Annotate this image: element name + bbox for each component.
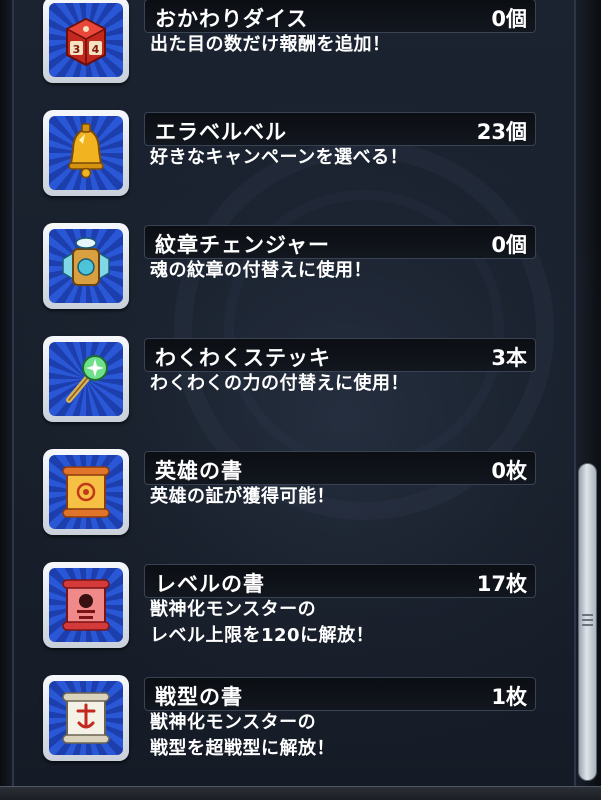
battle-type-scroll-icon [62, 692, 110, 744]
list-item-okawari-dice[interactable]: 3 4 おかわりダイス 0個 出た目の数だけ報酬を追加！ [14, 0, 574, 97]
item-name-bar: わくわくステッキ 3本 [144, 338, 536, 372]
item-list-panel: 3 4 おかわりダイス 0個 出た目の数だけ報酬を追加！ エラベルベル 23個 … [12, 0, 576, 800]
dice-icon: 3 4 [65, 17, 107, 67]
item-count: 17枚 [476, 572, 527, 596]
item-name-bar: レベルの書 17枚 [144, 564, 536, 598]
list-item-level-book[interactable]: レベルの書 17枚 獣神化モンスターの レベル上限を120に解放！ [14, 562, 574, 662]
level-scroll-icon [62, 579, 110, 631]
item-count: 0枚 [491, 459, 527, 483]
item-name: わくわくステッキ [155, 346, 331, 370]
list-item-battle-type-book[interactable]: 戦型の書 1枚 獣神化モンスターの 戦型を超戦型に解放！ [14, 675, 574, 775]
list-item-emblem-changer[interactable]: 紋章チェンジャー 0個 魂の紋章の付替えに使用！ [14, 223, 574, 323]
item-name: レベルの書 [155, 572, 265, 596]
list-item-erabel-bell[interactable]: エラベルベル 23個 好きなキャンペーンを選べる！ [14, 110, 574, 210]
item-name: おかわりダイス [155, 7, 309, 31]
item-name-bar: 紋章チェンジャー 0個 [144, 225, 536, 259]
item-description-line: 獣神化モンスターの [150, 712, 317, 733]
emblem-changer-icon [62, 237, 110, 286]
item-count: 3本 [491, 346, 527, 370]
item-name: 紋章チェンジャー [155, 233, 330, 257]
item-icon-background [49, 568, 123, 642]
item-icon-frame [43, 336, 129, 422]
item-name: 戦型の書 [155, 685, 243, 709]
item-count: 1枚 [491, 685, 527, 709]
item-description: 好きなキャンペーンを選べる！ [150, 145, 550, 171]
item-description-line: レベル上限を120に解放！ [150, 625, 375, 646]
item-description-line: 戦型を超戦型に解放！ [150, 738, 335, 759]
bell-icon [68, 123, 104, 179]
svg-text:4: 4 [92, 43, 100, 56]
item-name-bar: 戦型の書 1枚 [144, 677, 536, 711]
item-description: 獣神化モンスターの レベル上限を120に解放！ [150, 597, 550, 649]
list-item-hero-book[interactable]: 英雄の書 0枚 英雄の証が獲得可能！ [14, 449, 574, 549]
item-icon-frame [43, 675, 129, 761]
wand-icon [66, 355, 108, 403]
item-icon-background [49, 116, 123, 190]
item-icon-frame [43, 110, 129, 196]
item-icon-background [49, 681, 123, 755]
item-icon-background: 3 4 [49, 3, 123, 77]
item-name: エラベルベル [155, 120, 287, 144]
item-description-line: わくわくの力の付替えに使用！ [150, 373, 409, 394]
item-icon-background [49, 342, 123, 416]
list-scrollbar[interactable] [578, 463, 597, 781]
item-name-bar: おかわりダイス 0個 [144, 0, 536, 33]
item-description: 魂の紋章の付替えに使用！ [150, 258, 550, 284]
item-count: 0個 [491, 7, 527, 31]
list-item-wakuwaku-stick[interactable]: わくわくステッキ 3本 わくわくの力の付替えに使用！ [14, 336, 574, 436]
item-count: 23個 [476, 120, 527, 144]
item-description: 獣神化モンスターの 戦型を超戦型に解放！ [150, 710, 550, 762]
item-icon-background [49, 455, 123, 529]
item-description: 英雄の証が獲得可能！ [150, 484, 550, 510]
hero-scroll-icon [62, 466, 110, 518]
panel-bottom-edge [0, 786, 601, 800]
item-icon-frame [43, 223, 129, 309]
scrollbar-grip-icon [582, 614, 593, 632]
item-description-line: 獣神化モンスターの [150, 599, 317, 620]
item-name-bar: 英雄の書 0枚 [144, 451, 536, 485]
item-icon-frame [43, 562, 129, 648]
item-description-line: 魂の紋章の付替えに使用！ [150, 260, 372, 281]
svg-text:3: 3 [73, 43, 81, 56]
item-list-screen: 3 4 おかわりダイス 0個 出た目の数だけ報酬を追加！ エラベルベル 23個 … [0, 0, 601, 800]
item-icon-frame [43, 449, 129, 535]
item-name: 英雄の書 [155, 459, 243, 483]
item-icon-background [49, 229, 123, 303]
item-count: 0個 [491, 233, 527, 257]
item-name-bar: エラベルベル 23個 [144, 112, 536, 146]
item-description: 出た目の数だけ報酬を追加！ [150, 32, 550, 58]
item-description: わくわくの力の付替えに使用！ [150, 371, 550, 397]
item-description-line: 好きなキャンペーンを選べる！ [150, 147, 409, 168]
item-description-line: 出た目の数だけ報酬を追加！ [150, 34, 391, 55]
item-description-line: 英雄の証が獲得可能！ [150, 486, 335, 507]
item-icon-frame: 3 4 [43, 0, 129, 83]
